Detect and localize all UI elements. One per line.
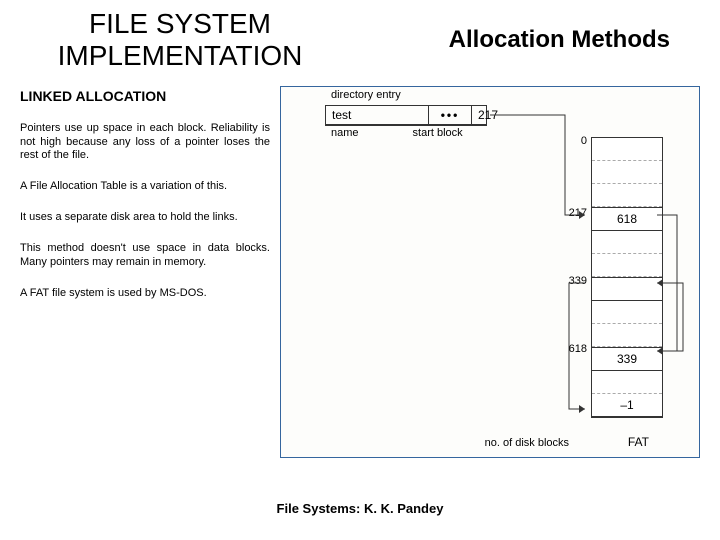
directory-entry-box: test ••• 217: [325, 105, 487, 126]
dir-name-value: test: [326, 106, 429, 124]
fat-index-618: 618: [557, 343, 587, 355]
dir-dots: •••: [429, 106, 472, 124]
fat-index-0: 0: [557, 135, 587, 147]
paragraph-2: A File Allocation Table is a variation o…: [20, 180, 270, 193]
fat-cell-blank: [592, 231, 662, 254]
fat-table: 618 339 –1: [591, 137, 663, 418]
fat-cell-blank: [592, 301, 662, 324]
fat-cell-last: –1: [592, 394, 662, 417]
fat-index-339: 339: [557, 275, 587, 287]
fat-index-217: 217: [557, 207, 587, 219]
fat-cell-217: 618: [592, 207, 662, 231]
fat-title: FAT: [628, 435, 649, 449]
fat-cell-339: [592, 277, 662, 301]
fat-cell-blank: [592, 254, 662, 277]
paragraph-3: It uses a separate disk area to hold the…: [20, 211, 270, 224]
fat-cell-blank: [592, 324, 662, 347]
page-title-right: Allocation Methods: [320, 8, 680, 54]
fat-cell-blank: [592, 138, 662, 161]
text-column: LINKED ALLOCATION Pointers use up space …: [20, 72, 270, 458]
fat-count-label: no. of disk blocks: [485, 437, 569, 449]
paragraph-5: A FAT file system is used by MS-DOS.: [20, 287, 270, 300]
dir-caption: directory entry: [331, 89, 401, 101]
page-title-left: FILE SYSTEM IMPLEMENTATION: [40, 8, 320, 72]
fat-cell-blank: [592, 184, 662, 207]
dir-start-label: start block: [413, 127, 463, 139]
fat-cell-blank: [592, 371, 662, 394]
fat-cell-blank: [592, 161, 662, 184]
subheading: LINKED ALLOCATION: [20, 88, 270, 104]
paragraph-4: This method doesn't use space in data bl…: [20, 242, 270, 268]
fat-cell-618: 339: [592, 347, 662, 371]
dir-name-label: name: [331, 127, 359, 139]
dir-start-value: 217: [472, 106, 504, 124]
fat-diagram: directory entry test ••• 217 name start …: [280, 86, 700, 458]
paragraph-1: Pointers use up space in each block. Rel…: [20, 122, 270, 162]
footer-text: File Systems: K. K. Pandey: [0, 501, 720, 516]
